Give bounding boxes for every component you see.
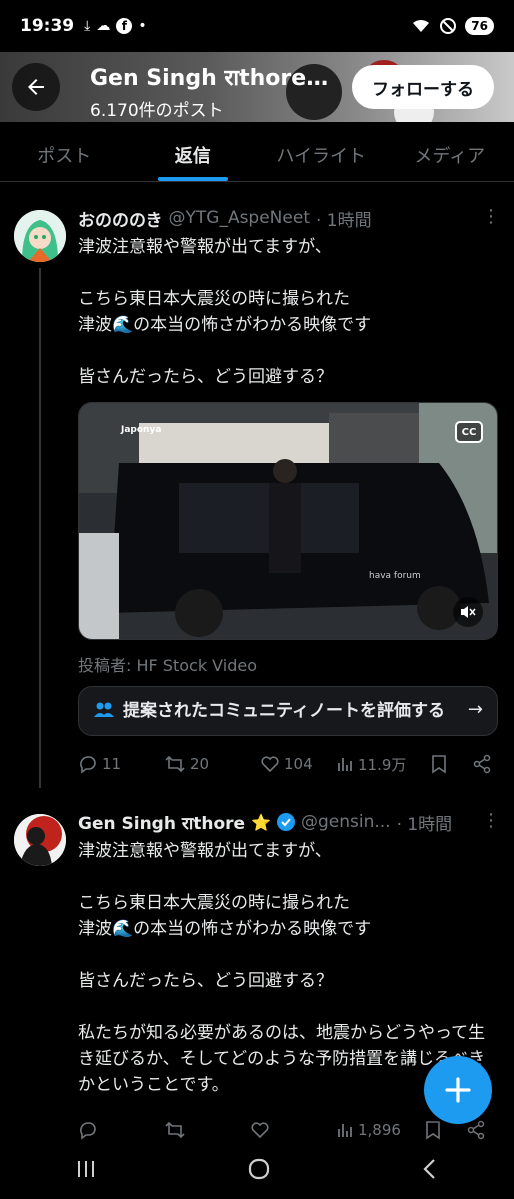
tweet-actions: 1,896 <box>78 1118 498 1142</box>
star-icon: ⭐ <box>251 812 271 832</box>
home-icon <box>248 1158 270 1180</box>
community-note-label: 提案されたコミュニティノートを評価する <box>123 701 445 721</box>
dnd-icon <box>440 18 457 34</box>
views-button[interactable]: 11.9万 <box>336 754 430 775</box>
arrow-right-icon: → <box>467 699 483 720</box>
more-options-icon[interactable]: ⋮ <box>482 206 500 227</box>
reply-count: 11 <box>102 755 122 773</box>
bookmark-icon <box>426 1121 440 1140</box>
video-credit: 投稿者: HF Stock Video <box>78 656 257 675</box>
status-system-icons: 76 <box>411 17 494 35</box>
tweet-meta: Gen Singh राthore ⭐ @gensin... · 1時間 <box>78 810 498 835</box>
tweet-text: 津波注意報や警報が出てますが、 こちら東日本大震災の時に撮られた 津波🌊の本当の… <box>78 841 486 1095</box>
tab-label: ポスト <box>37 146 92 167</box>
download-icon: ⤓ <box>84 18 91 34</box>
post-count: 6.170件のポスト <box>90 101 224 121</box>
plus-icon <box>445 1077 471 1103</box>
home-button[interactable] <box>247 1157 271 1185</box>
tweet-meta: おのののき @YTG_AspeNeet · 1時間 <box>78 206 498 231</box>
view-count: 11.9万 <box>358 755 407 774</box>
tweet-quoted[interactable]: おのののき @YTG_AspeNeet · 1時間 ⋮ 津波注意報や警報が出てま… <box>0 196 514 796</box>
video-watermark-2: hava forum <box>369 571 421 581</box>
bar-chart-icon <box>338 758 352 771</box>
status-bar: 19:39 ⤓ ☁ f • 76 <box>0 0 514 52</box>
status-notification-icons: ⤓ ☁ f • <box>84 18 147 34</box>
views-button[interactable]: 1,896 <box>336 1121 424 1139</box>
chevron-left-icon <box>423 1159 435 1179</box>
profile-name: Gen Singh राthore... <box>90 66 330 91</box>
avatar[interactable] <box>14 210 66 262</box>
retweet-button[interactable] <box>164 1120 250 1140</box>
captions-button[interactable]: CC <box>455 421 483 443</box>
tab-replies[interactable]: 返信 <box>129 122 258 181</box>
dot-icon: • <box>138 18 147 34</box>
retweet-button[interactable]: 20 <box>164 754 260 774</box>
retweet-count: 20 <box>190 755 210 773</box>
profile-header: Gen Singh राthore... 6.170件のポスト フォローする <box>0 52 514 122</box>
community-note-card[interactable]: 提案されたコミュニティノートを評価する → <box>78 686 498 736</box>
author-handle[interactable]: @YTG_AspeNeet <box>169 208 310 228</box>
share-icon <box>473 754 491 774</box>
avatar[interactable] <box>14 814 66 866</box>
tweet-time: · 1時間 <box>315 210 372 231</box>
recents-icon <box>78 1161 95 1177</box>
reply-icon <box>80 756 96 774</box>
author-name[interactable]: おのののき <box>78 206 163 231</box>
heart-icon <box>261 756 279 773</box>
like-button[interactable]: 104 <box>260 754 336 774</box>
tweet-time: · 1時間 <box>396 814 453 835</box>
share-button[interactable] <box>466 1120 486 1140</box>
compose-button[interactable] <box>424 1056 492 1124</box>
back-nav-button[interactable] <box>420 1157 440 1185</box>
reply-button[interactable]: 11 <box>78 754 164 774</box>
tab-label: 返信 <box>174 146 211 167</box>
tweet-actions: 11 20 104 11.9万 <box>78 752 498 776</box>
heart-icon <box>251 1122 269 1139</box>
follow-button[interactable]: フォローする <box>352 65 494 109</box>
video-watermark: Japonya <box>121 425 162 435</box>
video-player[interactable]: Japonya hava forum CC <box>78 402 498 640</box>
status-time: 19:39 <box>20 16 75 36</box>
tweet-text: 津波注意報や警報が出てますが、 こちら東日本大震災の時に撮られた 津波🌊の本当の… <box>78 237 372 387</box>
thread-line <box>39 268 41 788</box>
more-options-icon[interactable]: ⋮ <box>482 810 500 831</box>
share-button[interactable] <box>472 754 492 774</box>
video-thumbnail <box>79 403 497 639</box>
verified-badge-icon <box>276 813 295 831</box>
avatar-image <box>14 814 66 866</box>
avatar-image <box>14 210 66 262</box>
author-handle[interactable]: @gensin... <box>301 812 391 832</box>
recent-apps-button[interactable] <box>74 1158 98 1184</box>
bar-chart-icon <box>338 1124 352 1137</box>
reply-button[interactable] <box>78 1120 164 1140</box>
bookmark-icon <box>432 755 446 774</box>
mute-button[interactable] <box>453 597 483 627</box>
speaker-muted-icon <box>461 606 476 618</box>
like-count: 104 <box>284 755 313 773</box>
tab-label: メディア <box>414 146 486 167</box>
retweet-icon <box>165 755 185 773</box>
tab-media[interactable]: メディア <box>386 122 514 181</box>
share-icon <box>467 1120 485 1140</box>
tab-posts[interactable]: ポスト <box>0 122 129 181</box>
weather-icon: ☁ <box>96 18 111 34</box>
profile-tabs: ポスト 返信 ハイライト メディア <box>0 122 514 182</box>
tweet-body: おのののき @YTG_AspeNeet · 1時間 ⋮ 津波注意報や警報が出てま… <box>78 206 500 776</box>
bookmark-button[interactable] <box>430 754 472 774</box>
reply-icon <box>80 1122 96 1140</box>
author-name[interactable]: Gen Singh राthore <box>78 811 245 834</box>
wifi-icon <box>413 19 430 32</box>
back-button[interactable] <box>12 63 60 111</box>
view-count: 1,896 <box>358 1121 401 1139</box>
active-tab-indicator <box>157 177 228 181</box>
tab-highlights[interactable]: ハイライト <box>257 122 386 181</box>
tab-label: ハイライト <box>276 146 367 167</box>
facebook-icon: f <box>116 18 133 34</box>
people-icon <box>94 702 114 717</box>
battery-indicator: 76 <box>465 17 494 35</box>
like-button[interactable] <box>250 1120 336 1140</box>
arrow-left-icon <box>28 79 44 95</box>
retweet-icon <box>165 1121 185 1139</box>
system-nav-bar <box>0 1143 514 1199</box>
